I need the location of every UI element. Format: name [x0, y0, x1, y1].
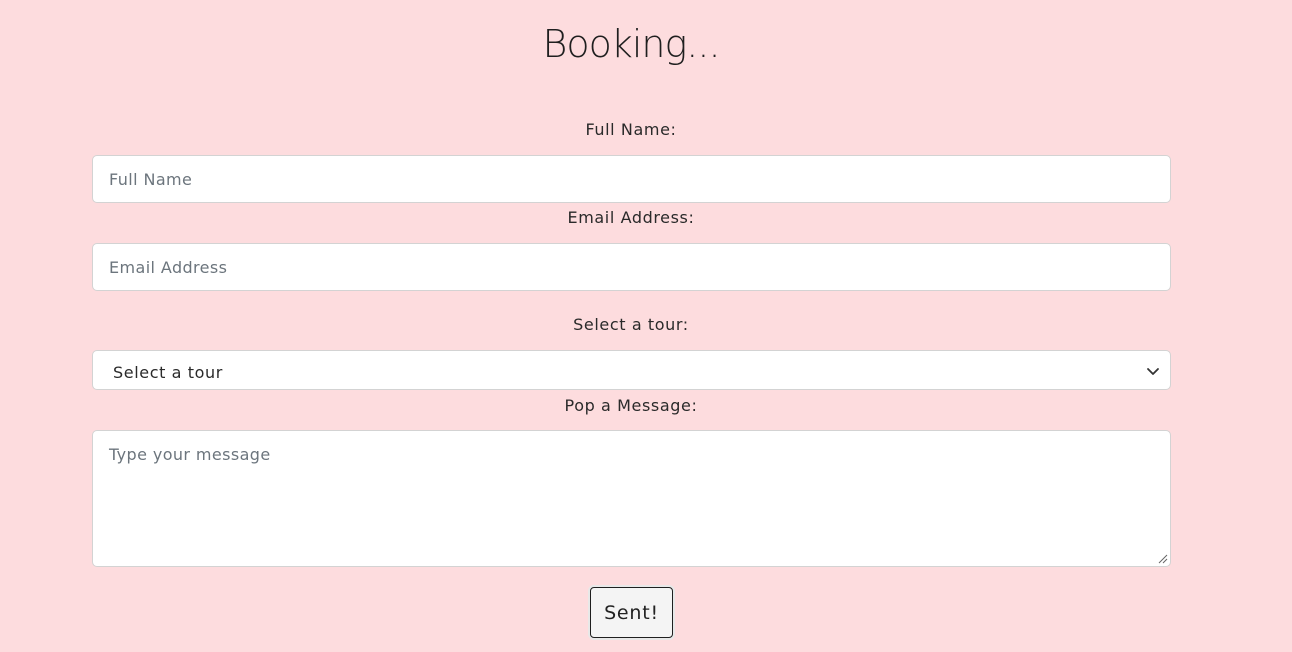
- full-name-label: Full Name:: [585, 120, 677, 139]
- tour-select[interactable]: Select a tour: [92, 350, 1171, 390]
- email-input[interactable]: [92, 243, 1171, 291]
- message-textarea[interactable]: [92, 430, 1171, 567]
- email-label: Email Address:: [567, 208, 695, 227]
- submit-button[interactable]: Sent!: [590, 587, 673, 638]
- full-name-input[interactable]: [92, 155, 1171, 203]
- tour-select-value: Select a tour: [113, 363, 223, 382]
- page-title: Booking...: [542, 22, 720, 66]
- tour-label: Select a tour:: [573, 315, 689, 334]
- chevron-down-icon: [1147, 368, 1159, 375]
- message-label: Pop a Message:: [564, 396, 698, 415]
- booking-page: Booking... Full Name: Email Address: Sel…: [0, 0, 1292, 652]
- resize-grip-icon[interactable]: [1157, 553, 1168, 564]
